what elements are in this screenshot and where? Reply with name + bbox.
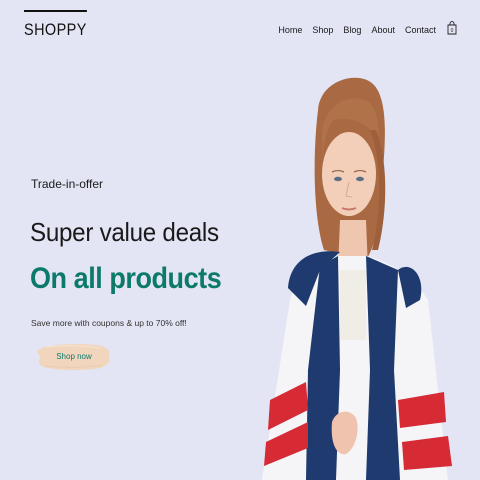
nav-item-contact[interactable]: Contact	[405, 25, 436, 35]
nav-item-about[interactable]: About	[371, 25, 395, 35]
model-photo	[262, 77, 452, 480]
hero-subheadline: On all products	[30, 262, 222, 295]
shop-now-button[interactable]: Shop now	[36, 341, 112, 372]
hero-kicker: Trade-in-offer	[31, 177, 104, 191]
nav-item-shop[interactable]: Shop	[312, 25, 333, 35]
main-nav: Home Shop Blog About Contact 0	[278, 21, 457, 37]
brand-logo[interactable]: SHOPPY	[24, 10, 87, 40]
cart-count: 0	[451, 28, 454, 34]
hero-headline: Super value deals	[30, 217, 219, 247]
shop-now-label: Shop now	[56, 352, 92, 361]
nav-item-home[interactable]: Home	[278, 25, 302, 35]
nav-item-blog[interactable]: Blog	[343, 25, 361, 35]
shopping-bag-icon[interactable]: 0	[447, 21, 457, 35]
hero-page: SHOPPY Home Shop Blog About Contact 0 Tr…	[0, 0, 480, 480]
hero-tagline: Save more with coupons & up to 70% off!	[31, 318, 187, 328]
site-header: SHOPPY Home Shop Blog About Contact 0	[0, 0, 480, 50]
